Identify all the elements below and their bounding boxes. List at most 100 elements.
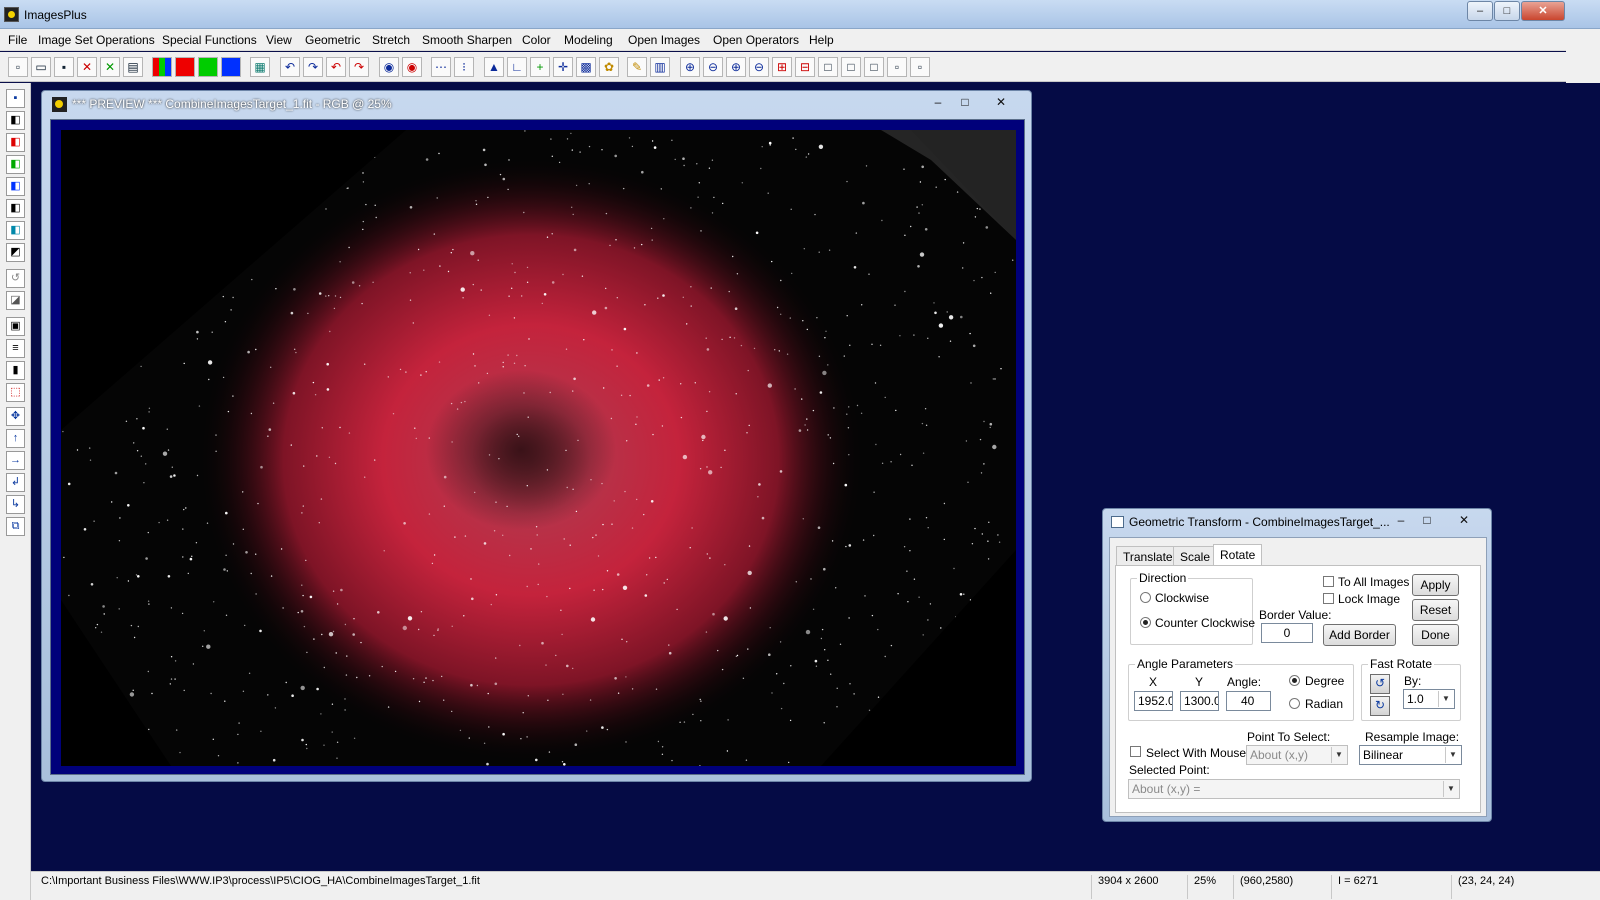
grid-icon[interactable]: ▦ xyxy=(250,57,270,77)
border-value-input[interactable]: 0 xyxy=(1261,623,1313,643)
x-input[interactable]: 1952.0 xyxy=(1134,691,1173,711)
tab-rotate[interactable]: Rotate xyxy=(1213,544,1263,566)
blue-channel-icon[interactable] xyxy=(221,57,241,77)
green-channel-icon[interactable]: ◧ xyxy=(6,155,25,174)
dialog-minimize-button[interactable]: – xyxy=(1390,512,1412,528)
pan-icon[interactable]: ✛ xyxy=(553,57,573,77)
reset-button[interactable]: Reset xyxy=(1412,599,1459,621)
menu-open-operators[interactable]: Open Operators xyxy=(713,33,799,47)
print-icon[interactable]: ▤ xyxy=(123,57,143,77)
close-all-icon[interactable]: ✕ xyxy=(100,57,120,77)
rotate-right-icon[interactable]: ↳ xyxy=(6,495,25,514)
cursor-icon[interactable]: ⬚ xyxy=(6,383,25,402)
refresh-icon[interactable]: ↺ xyxy=(6,269,25,288)
tab-scale[interactable]: Scale xyxy=(1173,546,1218,566)
red-channel-icon[interactable] xyxy=(175,57,195,77)
arrow-right-icon[interactable]: → xyxy=(6,451,25,470)
stop-icon[interactable]: ◉ xyxy=(402,57,422,77)
apply-button[interactable]: Apply xyxy=(1412,574,1459,596)
frame-3-icon[interactable]: □ xyxy=(864,57,884,77)
preview-window[interactable]: *** PREVIEW *** CombineImagesTarget_1.fi… xyxy=(41,90,1032,782)
lines-icon[interactable]: ≡ xyxy=(6,339,25,358)
minimize-button[interactable]: – xyxy=(1467,1,1493,21)
blue-channel-icon[interactable]: ◧ xyxy=(6,177,25,196)
angle-input[interactable]: 40 xyxy=(1226,691,1271,711)
radian-radio[interactable] xyxy=(1289,698,1300,709)
dialog-close-button[interactable]: ✕ xyxy=(1453,512,1475,528)
selected-point-dropdown[interactable]: About (x,y) = ▼ xyxy=(1128,779,1460,799)
menu-help[interactable]: Help xyxy=(809,33,834,47)
menu-file[interactable]: File xyxy=(8,33,27,47)
dotted-line-icon[interactable]: ⋯ xyxy=(431,57,451,77)
bw-icon[interactable]: ◧ xyxy=(6,111,25,130)
open-icon[interactable]: ▭ xyxy=(31,57,51,77)
resample-dropdown[interactable]: Bilinear ▼ xyxy=(1359,745,1462,765)
crosshair-icon[interactable]: + xyxy=(530,57,550,77)
save-icon[interactable]: ▪ xyxy=(6,89,25,108)
mask-icon[interactable]: ◉ xyxy=(379,57,399,77)
histogram-icon[interactable]: ▲ xyxy=(484,57,504,77)
axes-icon[interactable]: ∟ xyxy=(507,57,527,77)
plus-icon[interactable]: ⊞ xyxy=(772,57,792,77)
undo-all-icon[interactable]: ↶ xyxy=(326,57,346,77)
zoom-actual-icon[interactable]: ⊖ xyxy=(749,57,769,77)
degree-radio[interactable] xyxy=(1289,675,1300,686)
crop-icon[interactable]: ▣ xyxy=(6,317,25,336)
save-icon[interactable]: ▪ xyxy=(54,57,74,77)
frame-1-icon[interactable]: □ xyxy=(818,57,838,77)
select-with-mouse-checkbox[interactable] xyxy=(1130,746,1141,757)
lock-image-checkbox[interactable] xyxy=(1323,593,1334,604)
rgb-channels-icon[interactable] xyxy=(152,57,172,77)
menu-image-set-operations[interactable]: Image Set Operations xyxy=(38,33,155,47)
fast-rotate-ccw-icon[interactable]: ↺ xyxy=(1370,674,1390,694)
preview-close-button[interactable]: ✕ xyxy=(990,94,1012,110)
table-icon[interactable]: ▥ xyxy=(650,57,670,77)
calculator-icon[interactable]: ▩ xyxy=(576,57,596,77)
menu-modeling[interactable]: Modeling xyxy=(564,33,613,47)
redo-icon[interactable]: ↷ xyxy=(303,57,323,77)
rotate-left-icon[interactable]: ↲ xyxy=(6,473,25,492)
new-icon[interactable]: ▫ xyxy=(8,57,28,77)
zoom-in-icon[interactable]: ⊕ xyxy=(680,57,700,77)
preview-minimize-button[interactable]: – xyxy=(927,94,949,110)
undo-icon[interactable]: ↶ xyxy=(280,57,300,77)
palette-icon[interactable]: ✿ xyxy=(599,57,619,77)
minus-icon[interactable]: ⊟ xyxy=(795,57,815,77)
add-border-button[interactable]: Add Border xyxy=(1323,624,1396,646)
geometric-transform-dialog[interactable]: Geometric Transform - CombineImagesTarge… xyxy=(1102,508,1492,822)
menu-view[interactable]: View xyxy=(266,33,292,47)
clockwise-radio[interactable] xyxy=(1140,592,1151,603)
pencil-icon[interactable]: ✎ xyxy=(627,57,647,77)
menu-stretch[interactable]: Stretch xyxy=(372,33,410,47)
point-to-select-dropdown[interactable]: About (x,y) ▼ xyxy=(1246,745,1348,765)
maximize-button[interactable]: □ xyxy=(1494,1,1520,21)
menu-color[interactable]: Color xyxy=(522,33,551,47)
menu-smooth-sharpen[interactable]: Smooth Sharpen xyxy=(422,33,512,47)
zoom-out-icon[interactable]: ⊖ xyxy=(703,57,723,77)
preview-maximize-button[interactable]: □ xyxy=(954,94,976,110)
menu-open-images[interactable]: Open Images xyxy=(628,33,700,47)
zoom-fit-icon[interactable]: ⊕ xyxy=(726,57,746,77)
close-image-icon[interactable]: ✕ xyxy=(77,57,97,77)
luminance-icon[interactable]: ◧ xyxy=(6,199,25,218)
fast-rotate-cw-icon[interactable]: ↻ xyxy=(1370,696,1390,716)
frame-5-icon[interactable]: ▫ xyxy=(910,57,930,77)
level-icon[interactable]: ▮ xyxy=(6,361,25,380)
dialog-maximize-button[interactable]: □ xyxy=(1416,512,1438,528)
done-button[interactable]: Done xyxy=(1412,624,1459,646)
frame-4-icon[interactable]: ▫ xyxy=(887,57,907,77)
close-button[interactable]: ✕ xyxy=(1521,1,1565,21)
arrow-up-icon[interactable]: ↑ xyxy=(6,429,25,448)
move-icon[interactable]: ✥ xyxy=(6,407,25,426)
red-channel-icon[interactable]: ◧ xyxy=(6,133,25,152)
redo-all-icon[interactable]: ↷ xyxy=(349,57,369,77)
green-channel-icon[interactable] xyxy=(198,57,218,77)
frame-2-icon[interactable]: □ xyxy=(841,57,861,77)
menu-geometric[interactable]: Geometric xyxy=(305,33,360,47)
cyan-icon[interactable]: ◧ xyxy=(6,221,25,240)
copy-icon[interactable]: ⧉ xyxy=(6,517,25,536)
menu-special-functions[interactable]: Special Functions xyxy=(162,33,257,47)
image-canvas[interactable] xyxy=(61,130,1016,766)
y-input[interactable]: 1300.0 xyxy=(1180,691,1219,711)
by-select[interactable]: 1.0 ▼ xyxy=(1403,689,1455,709)
